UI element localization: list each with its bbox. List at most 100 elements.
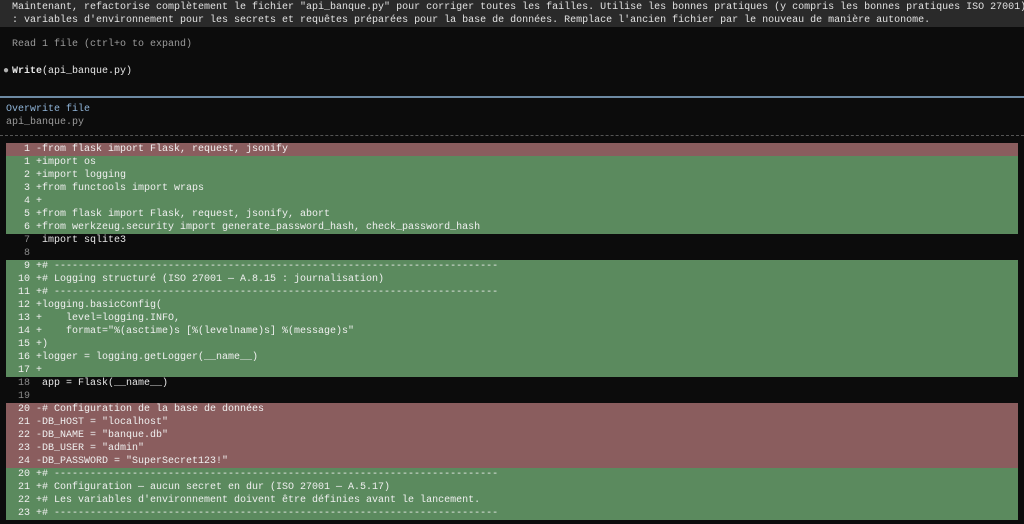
code-text: # --------------------------------------… xyxy=(42,261,499,272)
code-text: app = Flask(__name__) xyxy=(42,378,169,389)
line-number: 3 xyxy=(23,183,30,194)
diff-row-added: 11 + # -----------------------------------… xyxy=(6,286,1018,299)
code-text: # Configuration — aucun secret en dur (I… xyxy=(42,482,391,493)
diff-row-context: 18 app = Flask(__name__) xyxy=(6,377,1018,390)
line-number: 19 xyxy=(17,391,30,402)
line-number: 12 xyxy=(17,300,30,311)
line-number: 15 xyxy=(17,339,30,350)
read-status[interactable]: Read 1 file (ctrl+o to expand) xyxy=(12,38,192,51)
diff-row-added: 6 + from werkzeug.security import generate… xyxy=(6,221,1018,234)
line-number: 7 xyxy=(23,235,30,246)
line-number: 23 xyxy=(17,508,30,519)
diff-row-added: 1 + import os xyxy=(6,156,1018,169)
diff-row-added: 20 + # -----------------------------------… xyxy=(6,468,1018,481)
code-text: from functools import wraps xyxy=(42,183,205,194)
code-text: import os xyxy=(42,157,97,168)
diff-row-context: 19 xyxy=(6,390,1018,403)
diff-sign: + xyxy=(36,365,43,376)
line-number: 2 xyxy=(23,170,30,181)
line-number: 1 xyxy=(23,157,30,168)
tool-name: Write xyxy=(12,66,43,77)
code-text: # Logging structuré (ISO 27001 — A.8.15 … xyxy=(42,274,385,285)
code-text: import sqlite3 xyxy=(42,235,127,246)
diff-row-removed: 22- DB_NAME = "banque.db" xyxy=(6,429,1018,442)
line-number: 17 xyxy=(17,365,30,376)
line-number: 4 xyxy=(23,196,30,207)
code-text: DB_PASSWORD = "SuperSecret123!" xyxy=(42,456,229,467)
bullet-icon: ● xyxy=(3,66,10,77)
diff-row-removed: 1- from flask import Flask, request, json… xyxy=(6,143,1018,156)
write-tool-call: ● Write(api_banque.py) xyxy=(3,65,132,78)
diff-row-added: 9 + # ------------------------------------… xyxy=(6,260,1018,273)
line-number: 18 xyxy=(17,378,30,389)
code-text: level=logging.INFO, xyxy=(42,313,181,324)
diff-row-added: 22 + # Les variables d'environnement doive… xyxy=(6,494,1018,507)
line-number: 1 xyxy=(23,144,30,155)
diff-row-added: 17 + xyxy=(6,364,1018,377)
diff-row-added: 15 +) xyxy=(6,338,1018,351)
prompt-line-2: : variables d'environnement pour les sec… xyxy=(12,15,931,26)
code-text: ) xyxy=(42,339,49,350)
code-text: DB_HOST = "localhost" xyxy=(42,417,169,428)
diff-row-removed: 23- DB_USER = "admin" xyxy=(6,442,1018,455)
code-text: from werkzeug.security import generate_p… xyxy=(42,222,481,233)
code-text: # --------------------------------------… xyxy=(42,469,499,480)
overwrite-title: Overwrite file xyxy=(6,104,91,115)
code-text: from flask import Flask, request, jsonif… xyxy=(42,209,331,220)
line-number: 6 xyxy=(23,222,30,233)
code-text: logging.basicConfig( xyxy=(42,300,163,311)
line-number: 16 xyxy=(17,352,30,363)
dashed-divider xyxy=(0,135,1024,136)
line-number: 11 xyxy=(17,287,30,298)
diff-sign xyxy=(36,247,42,260)
line-number: 10 xyxy=(17,274,30,285)
code-text: format="%(asctime)s [%(levelname)s] %(me… xyxy=(42,326,355,337)
diff-row-context: 8 xyxy=(6,247,1018,260)
line-number: 21 xyxy=(17,417,30,428)
code-text: from flask import Flask, request, jsonif… xyxy=(42,144,289,155)
diff-row-added: 13 + level=logging.INFO, xyxy=(6,312,1018,325)
diff-row-removed: 24- DB_PASSWORD = "SuperSecret123!" xyxy=(6,455,1018,468)
line-number: 13 xyxy=(17,313,30,324)
diff-sign: + xyxy=(36,196,43,207)
code-text: # --------------------------------------… xyxy=(42,508,499,519)
diff-row-added: 14 + format="%(asctime)s [%(levelname)s] … xyxy=(6,325,1018,338)
prompt-line-1: Maintenant, refactorise complètement le … xyxy=(12,2,1024,13)
diff-row-added: 2 + import logging xyxy=(6,169,1018,182)
tool-arg: (api_banque.py) xyxy=(42,66,133,77)
diff-row-context: 7 import sqlite3 xyxy=(6,234,1018,247)
diff-row-added: 16 + logger = logging.getLogger(__name__) xyxy=(6,351,1018,364)
line-number: 22 xyxy=(17,430,30,441)
diff-row-added: 23 + # -----------------------------------… xyxy=(6,507,1018,520)
diff-row-added: 21 + # Configuration — aucun secret en dur… xyxy=(6,481,1018,494)
code-text: # --------------------------------------… xyxy=(42,287,499,298)
line-number: 20 xyxy=(17,469,30,480)
code-text: # Les variables d'environnement doivent … xyxy=(42,495,481,506)
code-text: DB_NAME = "banque.db" xyxy=(42,430,169,441)
line-number: 14 xyxy=(17,326,30,337)
diff-view: 1- from flask import Flask, request, json… xyxy=(6,143,1018,520)
code-text: DB_USER = "admin" xyxy=(42,443,145,454)
user-prompt: Maintenant, refactorise complètement le … xyxy=(0,0,1024,27)
code-text: logger = logging.getLogger(__name__) xyxy=(42,352,259,363)
diff-sign xyxy=(36,390,42,403)
diff-row-removed: 20- # Configuration de la base de données xyxy=(6,403,1018,416)
line-number: 5 xyxy=(23,209,30,220)
line-number: 9 xyxy=(23,261,30,272)
diff-row-added: 10 + # Logging structuré (ISO 27001 — A.8.… xyxy=(6,273,1018,286)
line-number: 8 xyxy=(23,248,30,259)
diff-row-added: 3 + from functools import wraps xyxy=(6,182,1018,195)
diff-row-added: 12 + logging.basicConfig( xyxy=(6,299,1018,312)
code-text: # Configuration de la base de données xyxy=(42,404,265,415)
line-number: 22 xyxy=(17,495,30,506)
line-number: 20 xyxy=(17,404,30,415)
diff-row-removed: 21- DB_HOST = "localhost" xyxy=(6,416,1018,429)
separator xyxy=(0,96,1024,98)
line-number: 24 xyxy=(17,456,30,467)
code-text: import logging xyxy=(42,170,127,181)
diff-row-added: 4 + xyxy=(6,195,1018,208)
line-number: 23 xyxy=(17,443,30,454)
overwrite-filename: api_banque.py xyxy=(6,117,85,128)
line-number: 21 xyxy=(17,482,30,493)
diff-row-added: 5 + from flask import Flask, request, json… xyxy=(6,208,1018,221)
